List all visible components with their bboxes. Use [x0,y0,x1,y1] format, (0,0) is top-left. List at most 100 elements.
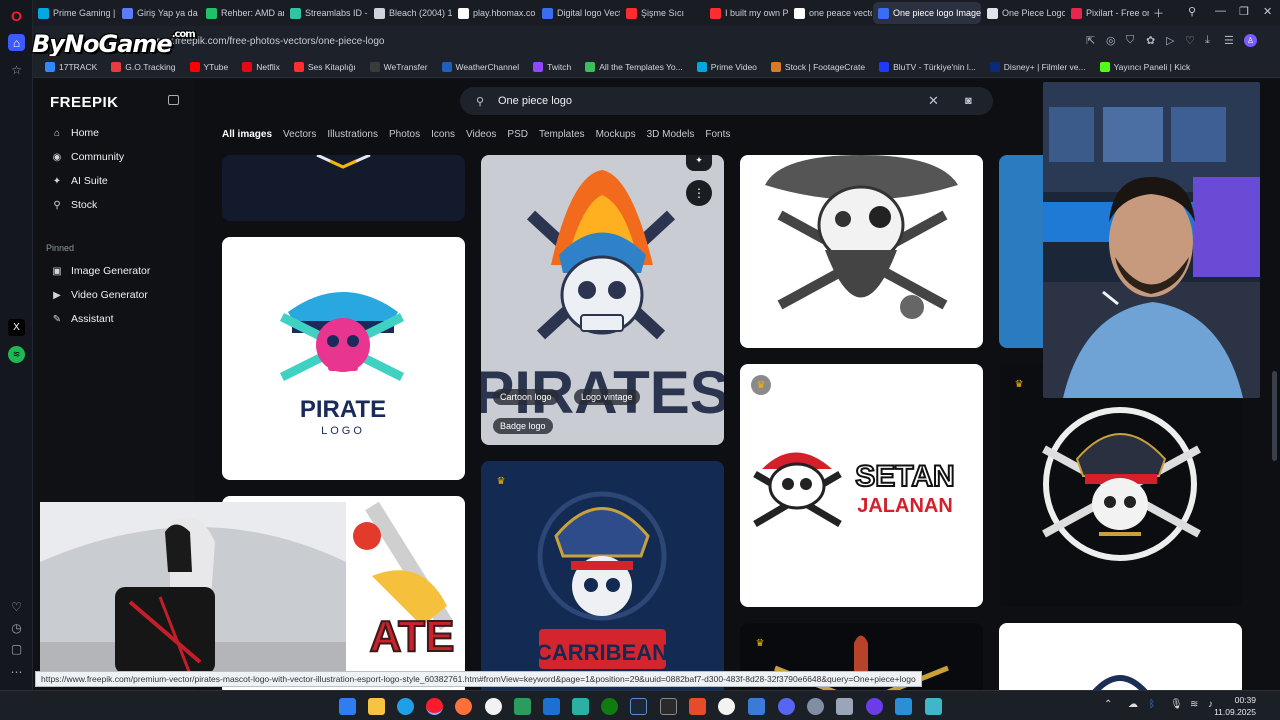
filter-tab-psd[interactable]: PSD [507,129,528,140]
bookmark-item[interactable]: Yayıncı Paneli | Kick [1099,61,1190,72]
search-bar[interactable]: ⚲ One piece logo ✕ ◙ [460,87,993,115]
filter-tab-mockups[interactable]: Mockups [596,129,636,140]
browser-tab[interactable]: Rehber: AMD an [201,2,284,24]
bookmark-item[interactable]: Ses Kitaplığı [293,61,356,72]
heart-icon[interactable]: ♡ [8,598,25,615]
home-icon[interactable]: ⌂ [8,34,25,51]
nav-item-assistant[interactable]: ✎ Assistant [51,313,114,325]
browser-tab[interactable]: Bleach (2004) 1. [369,2,452,24]
volume-icon[interactable]: ♪ [1208,699,1213,710]
tray-chevron-icon[interactable]: ⌃ [1104,699,1112,710]
search-by-image-icon[interactable]: ◙ [965,95,972,107]
file-explorer-icon[interactable] [368,698,385,715]
collapse-sidebar-icon[interactable] [168,95,179,105]
bookmark-item[interactable]: BluTV - Türkiye'nin l... [879,61,976,72]
browser-tab[interactable]: Prime Gaming | C [33,2,116,24]
clear-search-icon[interactable]: ✕ [928,93,939,109]
maximize-button[interactable]: ❐ [1239,5,1249,18]
browser-tab[interactable]: Pixilart - Free onl [1066,2,1149,24]
close-window-button[interactable]: ✕ [1263,5,1272,18]
filter-tab-illustrations[interactable]: Illustrations [327,129,378,140]
nav-item-home[interactable]: ⌂ Home [51,127,99,139]
box-icon[interactable]: ▢ [8,640,25,657]
result-card-carribean[interactable]: CARRIBEAN ♛ [481,461,724,690]
edge-icon[interactable] [397,698,414,715]
share-icon[interactable]: ⇱ [1086,34,1095,47]
result-card-bearded-skull[interactable] [740,155,983,348]
search-tabs-icon[interactable]: ⚲ [1188,5,1196,18]
app-teal-icon[interactable] [925,698,942,715]
taskbar-clock[interactable]: 00:39 11.09.2025 [1214,694,1256,718]
tray-app-icon[interactable]: ☁ [1128,699,1138,710]
history-icon[interactable]: ◷ [8,619,25,636]
bookmark-item[interactable]: Disney+ | Filmler ve... [989,61,1086,72]
bluetooth-icon[interactable]: ᛒ [1149,699,1155,710]
freepik-logo[interactable]: FREEPIK [50,94,119,111]
app-grid-icon[interactable] [895,698,912,715]
download-icon[interactable]: ⤓ [1205,34,1210,47]
search-input[interactable]: One piece logo [498,95,572,107]
browser-tab[interactable]: Digital logo Vect [537,2,620,24]
results-scrollbar[interactable] [1272,371,1277,461]
result-card-pirate-logo[interactable]: PIRATE LOGO [222,237,465,480]
browser-tab[interactable]: Streamlabs ID - L [285,2,368,24]
app-y-icon[interactable] [485,698,502,715]
spotify-icon[interactable]: ≋ [8,346,25,363]
more-options-icon[interactable]: ⋮ [686,180,712,206]
app-blue-icon[interactable] [748,698,765,715]
epic-games-icon[interactable] [660,698,677,715]
nav-item-stock[interactable]: ⚲ Stock [51,199,97,211]
browser-tab[interactable]: I built my own Pl [705,2,788,24]
figma-icon[interactable] [572,698,589,715]
bookmark-item[interactable]: Prime Video [696,61,757,72]
opera-gx-icon[interactable] [426,698,443,715]
nav-item-image-generator[interactable]: ▣ Image Generator [51,265,150,277]
result-card-setan-jalanan[interactable]: SETAN JALANAN ♛ [740,364,983,607]
settings-icon[interactable] [807,698,824,715]
magic-edit-icon[interactable]: ✦ [686,155,712,171]
browser-tab[interactable]: One piece logo Images - [873,2,981,24]
menu-icon[interactable]: ☰ [1224,34,1234,47]
filter-tab-3d-models[interactable]: 3D Models [647,129,695,140]
result-card-pirates-mascot[interactable]: PIRATES Cartoon logo Logo vintage Badge … [481,155,724,445]
bookmark-item[interactable]: G.O.Tracking [111,61,176,72]
star-icon[interactable]: ☆ [8,61,25,78]
app-orange-icon[interactable] [689,698,706,715]
opera-logo-icon[interactable]: O [8,7,25,24]
app-green-icon[interactable] [514,698,531,715]
obs-icon[interactable] [718,698,735,715]
tag-badge-logo[interactable]: Badge logo [493,418,553,434]
microphone-icon[interactable]: 🎙 [1170,699,1183,710]
minimize-button[interactable]: — [1215,5,1226,17]
firefox-icon[interactable] [455,698,472,715]
more-icon[interactable]: ⋯ [8,663,25,680]
play-icon[interactable]: ▷ [1166,34,1174,47]
filter-tab-all-images[interactable]: All images [222,129,272,140]
outlook-icon[interactable] [543,698,560,715]
browser-tab[interactable]: Şişme Sıcı [621,2,704,24]
filter-tab-templates[interactable]: Templates [539,129,585,140]
result-card-anchor-skull[interactable]: ♛ [999,364,1242,607]
filter-tab-icons[interactable]: Icons [431,129,455,140]
profile-icon[interactable]: ♙ [1244,34,1257,47]
x-twitter-icon[interactable]: X [8,319,25,336]
xbox-icon[interactable] [601,698,618,715]
tag-cartoon-logo[interactable]: Cartoon logo [493,389,559,405]
extensions-icon[interactable]: ✿ [1146,34,1155,47]
browser-tab[interactable]: one peace vector [789,2,872,24]
shield-icon[interactable]: ⛉ [1126,34,1134,47]
filter-tab-videos[interactable]: Videos [466,129,496,140]
new-tab-button[interactable]: ＋ [1153,5,1164,21]
nav-item-community[interactable]: ◉ Community [51,151,124,163]
filter-tab-photos[interactable]: Photos [389,129,420,140]
bookmark-item[interactable]: YTube [189,61,228,72]
tag-logo-vintage[interactable]: Logo vintage [574,389,640,405]
steam-icon[interactable] [630,698,647,715]
bookmark-item[interactable]: Twitch [533,61,571,72]
bookmark-item[interactable]: Netflix [242,61,280,72]
browser-tab[interactable]: Giriş Yap ya da Ü [117,2,200,24]
discord-icon[interactable] [778,698,795,715]
result-card-top-partial[interactable] [222,155,465,221]
nav-item-ai-suite[interactable]: ✦ AI Suite [51,175,108,187]
start-menu-icon[interactable] [339,698,356,715]
